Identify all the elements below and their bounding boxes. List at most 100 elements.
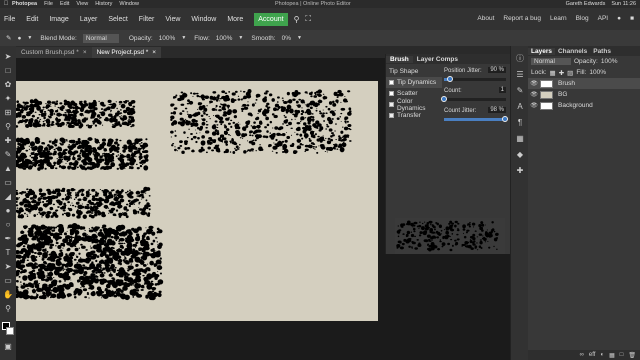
layer-opacity-value[interactable]: 100% xyxy=(601,58,618,65)
brush-panel-icon[interactable]: ✎ xyxy=(515,86,525,96)
info-icon[interactable]: ⓘ xyxy=(515,54,525,64)
position-jitter-input[interactable]: 90 % xyxy=(488,67,506,73)
visibility-eye-icon[interactable]: 👁 xyxy=(528,102,540,109)
flow-chevron-icon[interactable]: ▼ xyxy=(238,35,243,41)
background-color-swatch[interactable] xyxy=(6,327,14,335)
layer-blend-select[interactable]: Normal xyxy=(531,58,571,65)
facebook-icon[interactable]: ■ xyxy=(630,15,634,22)
menu-image[interactable]: Image xyxy=(49,16,68,23)
mac-menu-file[interactable]: File xyxy=(44,1,53,7)
properties-icon[interactable]: ☰ xyxy=(515,70,525,80)
count-input[interactable]: 1 xyxy=(498,87,506,93)
menu-filter[interactable]: Filter xyxy=(139,16,155,23)
document-canvas[interactable] xyxy=(16,81,378,321)
lock-position-icon[interactable]: ✚ xyxy=(559,69,564,77)
clone-stamp-tool-icon[interactable]: ▲ xyxy=(3,164,13,174)
blend-mode-select[interactable]: Normal xyxy=(82,33,119,43)
menu-report-bug[interactable]: Report a bug xyxy=(503,15,541,22)
twitter-icon[interactable]: ● xyxy=(617,15,621,22)
section-tip-shape[interactable]: Tip Shape xyxy=(386,66,442,77)
link-layers-icon[interactable]: ∞ xyxy=(580,352,584,358)
fill-tool-icon[interactable]: ◢ xyxy=(3,192,13,202)
brush-tool-icon[interactable]: ✎ xyxy=(6,34,11,42)
trash-icon[interactable]: 🗑 xyxy=(628,352,636,359)
visibility-eye-icon[interactable]: 👁 xyxy=(528,91,540,98)
menu-window[interactable]: Window xyxy=(191,16,216,23)
section-tip-dynamics[interactable]: Tip Dynamics xyxy=(386,77,442,88)
mac-menu-edit[interactable]: Edit xyxy=(60,1,69,7)
section-transfer[interactable]: Transfer xyxy=(386,110,442,121)
dodge-tool-icon[interactable]: ○ xyxy=(3,220,13,230)
eraser-tool-icon[interactable]: ▭ xyxy=(3,178,13,188)
color-dynamics-checkbox[interactable] xyxy=(389,102,394,107)
count-jitter-input[interactable]: 98 % xyxy=(488,107,506,113)
tab-channels[interactable]: Channels xyxy=(555,48,590,55)
slider-track[interactable] xyxy=(444,98,506,101)
mac-menu-app[interactable]: Photopea xyxy=(12,1,37,7)
menu-about[interactable]: About xyxy=(477,15,494,22)
marquee-tool-icon[interactable]: □ xyxy=(3,66,13,76)
menu-api[interactable]: API xyxy=(598,15,608,22)
menu-learn[interactable]: Learn xyxy=(550,15,567,22)
character-icon[interactable]: A xyxy=(515,102,525,112)
tab-layers[interactable]: Layers xyxy=(528,47,555,55)
opacity-value[interactable]: 100% xyxy=(159,35,176,42)
tab-layer-comps[interactable]: Layer Comps xyxy=(413,56,462,63)
transfer-checkbox[interactable] xyxy=(389,113,394,118)
paragraph-icon[interactable]: ¶ xyxy=(515,118,525,128)
smooth-chevron-icon[interactable]: ▼ xyxy=(297,35,302,41)
menu-file[interactable]: File xyxy=(4,16,15,23)
type-tool-icon[interactable]: T xyxy=(3,248,13,258)
lock-pixels-icon[interactable]: ▦ xyxy=(550,69,556,77)
flow-value[interactable]: 100% xyxy=(216,35,233,42)
menu-view[interactable]: View xyxy=(165,16,180,23)
actions-icon[interactable]: ✚ xyxy=(515,166,525,176)
hand-tool-icon[interactable]: ✋ xyxy=(3,290,13,300)
zoom-tool-icon[interactable]: ⚲ xyxy=(3,304,13,314)
slider-handle[interactable] xyxy=(447,76,454,82)
menu-edit[interactable]: Edit xyxy=(26,16,38,23)
path-select-tool-icon[interactable]: ➤ xyxy=(3,262,13,272)
search-icon[interactable]: ⚲ xyxy=(294,15,300,24)
new-group-icon[interactable]: ▦ xyxy=(609,352,615,359)
styles-icon[interactable]: ◆ xyxy=(515,150,525,160)
account-button[interactable]: Account xyxy=(254,12,288,26)
visibility-eye-icon[interactable]: 👁 xyxy=(528,80,540,87)
brush-preset-chevron-icon[interactable]: ▼ xyxy=(27,35,32,41)
fill-value[interactable]: 100% xyxy=(589,69,606,76)
slider-track[interactable] xyxy=(444,78,506,81)
layer-row-brush[interactable]: 👁 Brush xyxy=(528,78,640,89)
section-color-dynamics[interactable]: Color Dynamics xyxy=(386,98,442,112)
new-layer-icon[interactable]: □ xyxy=(620,352,624,358)
brush-tool-icon[interactable]: ✎ xyxy=(3,150,13,160)
tab-new-project[interactable]: New Project.psd * × xyxy=(91,47,162,58)
mac-menu-window[interactable]: Window xyxy=(119,1,139,7)
layer-row-background[interactable]: 👁 Background xyxy=(528,100,640,111)
tab-paths[interactable]: Paths xyxy=(590,48,614,55)
slider-handle[interactable] xyxy=(441,96,447,102)
close-icon[interactable]: × xyxy=(152,49,156,56)
quick-mask-icon[interactable]: ▣ xyxy=(3,342,13,352)
close-icon[interactable]: × xyxy=(83,49,87,56)
crop-tool-icon[interactable]: ⊞ xyxy=(3,108,13,118)
adjustment-layer-icon[interactable]: ◐ xyxy=(600,352,604,358)
shape-tool-icon[interactable]: ▭ xyxy=(3,276,13,286)
tab-brush[interactable]: Brush xyxy=(386,55,413,63)
fullscreen-icon[interactable]: ⛶ xyxy=(305,14,311,24)
eyedropper-tool-icon[interactable]: ⚲ xyxy=(3,122,13,132)
swatches-icon[interactable]: ▦ xyxy=(515,134,525,144)
move-tool-icon[interactable]: ➤ xyxy=(3,52,13,62)
pen-tool-icon[interactable]: ✒ xyxy=(3,234,13,244)
mac-menu-history[interactable]: History xyxy=(95,1,112,7)
blur-tool-icon[interactable]: ● xyxy=(3,206,13,216)
slider-handle[interactable] xyxy=(501,116,508,122)
menu-more[interactable]: More xyxy=(227,16,243,23)
mac-menu-view[interactable]: View xyxy=(76,1,88,7)
scatter-checkbox[interactable] xyxy=(389,91,394,96)
lock-all-icon[interactable]: ▨ xyxy=(567,69,573,77)
apple-icon[interactable]:  xyxy=(0,1,12,7)
menu-blog[interactable]: Blog xyxy=(576,15,589,22)
menu-layer[interactable]: Layer xyxy=(80,16,98,23)
opacity-chevron-icon[interactable]: ▼ xyxy=(181,35,186,41)
smooth-value[interactable]: 0% xyxy=(282,35,291,42)
